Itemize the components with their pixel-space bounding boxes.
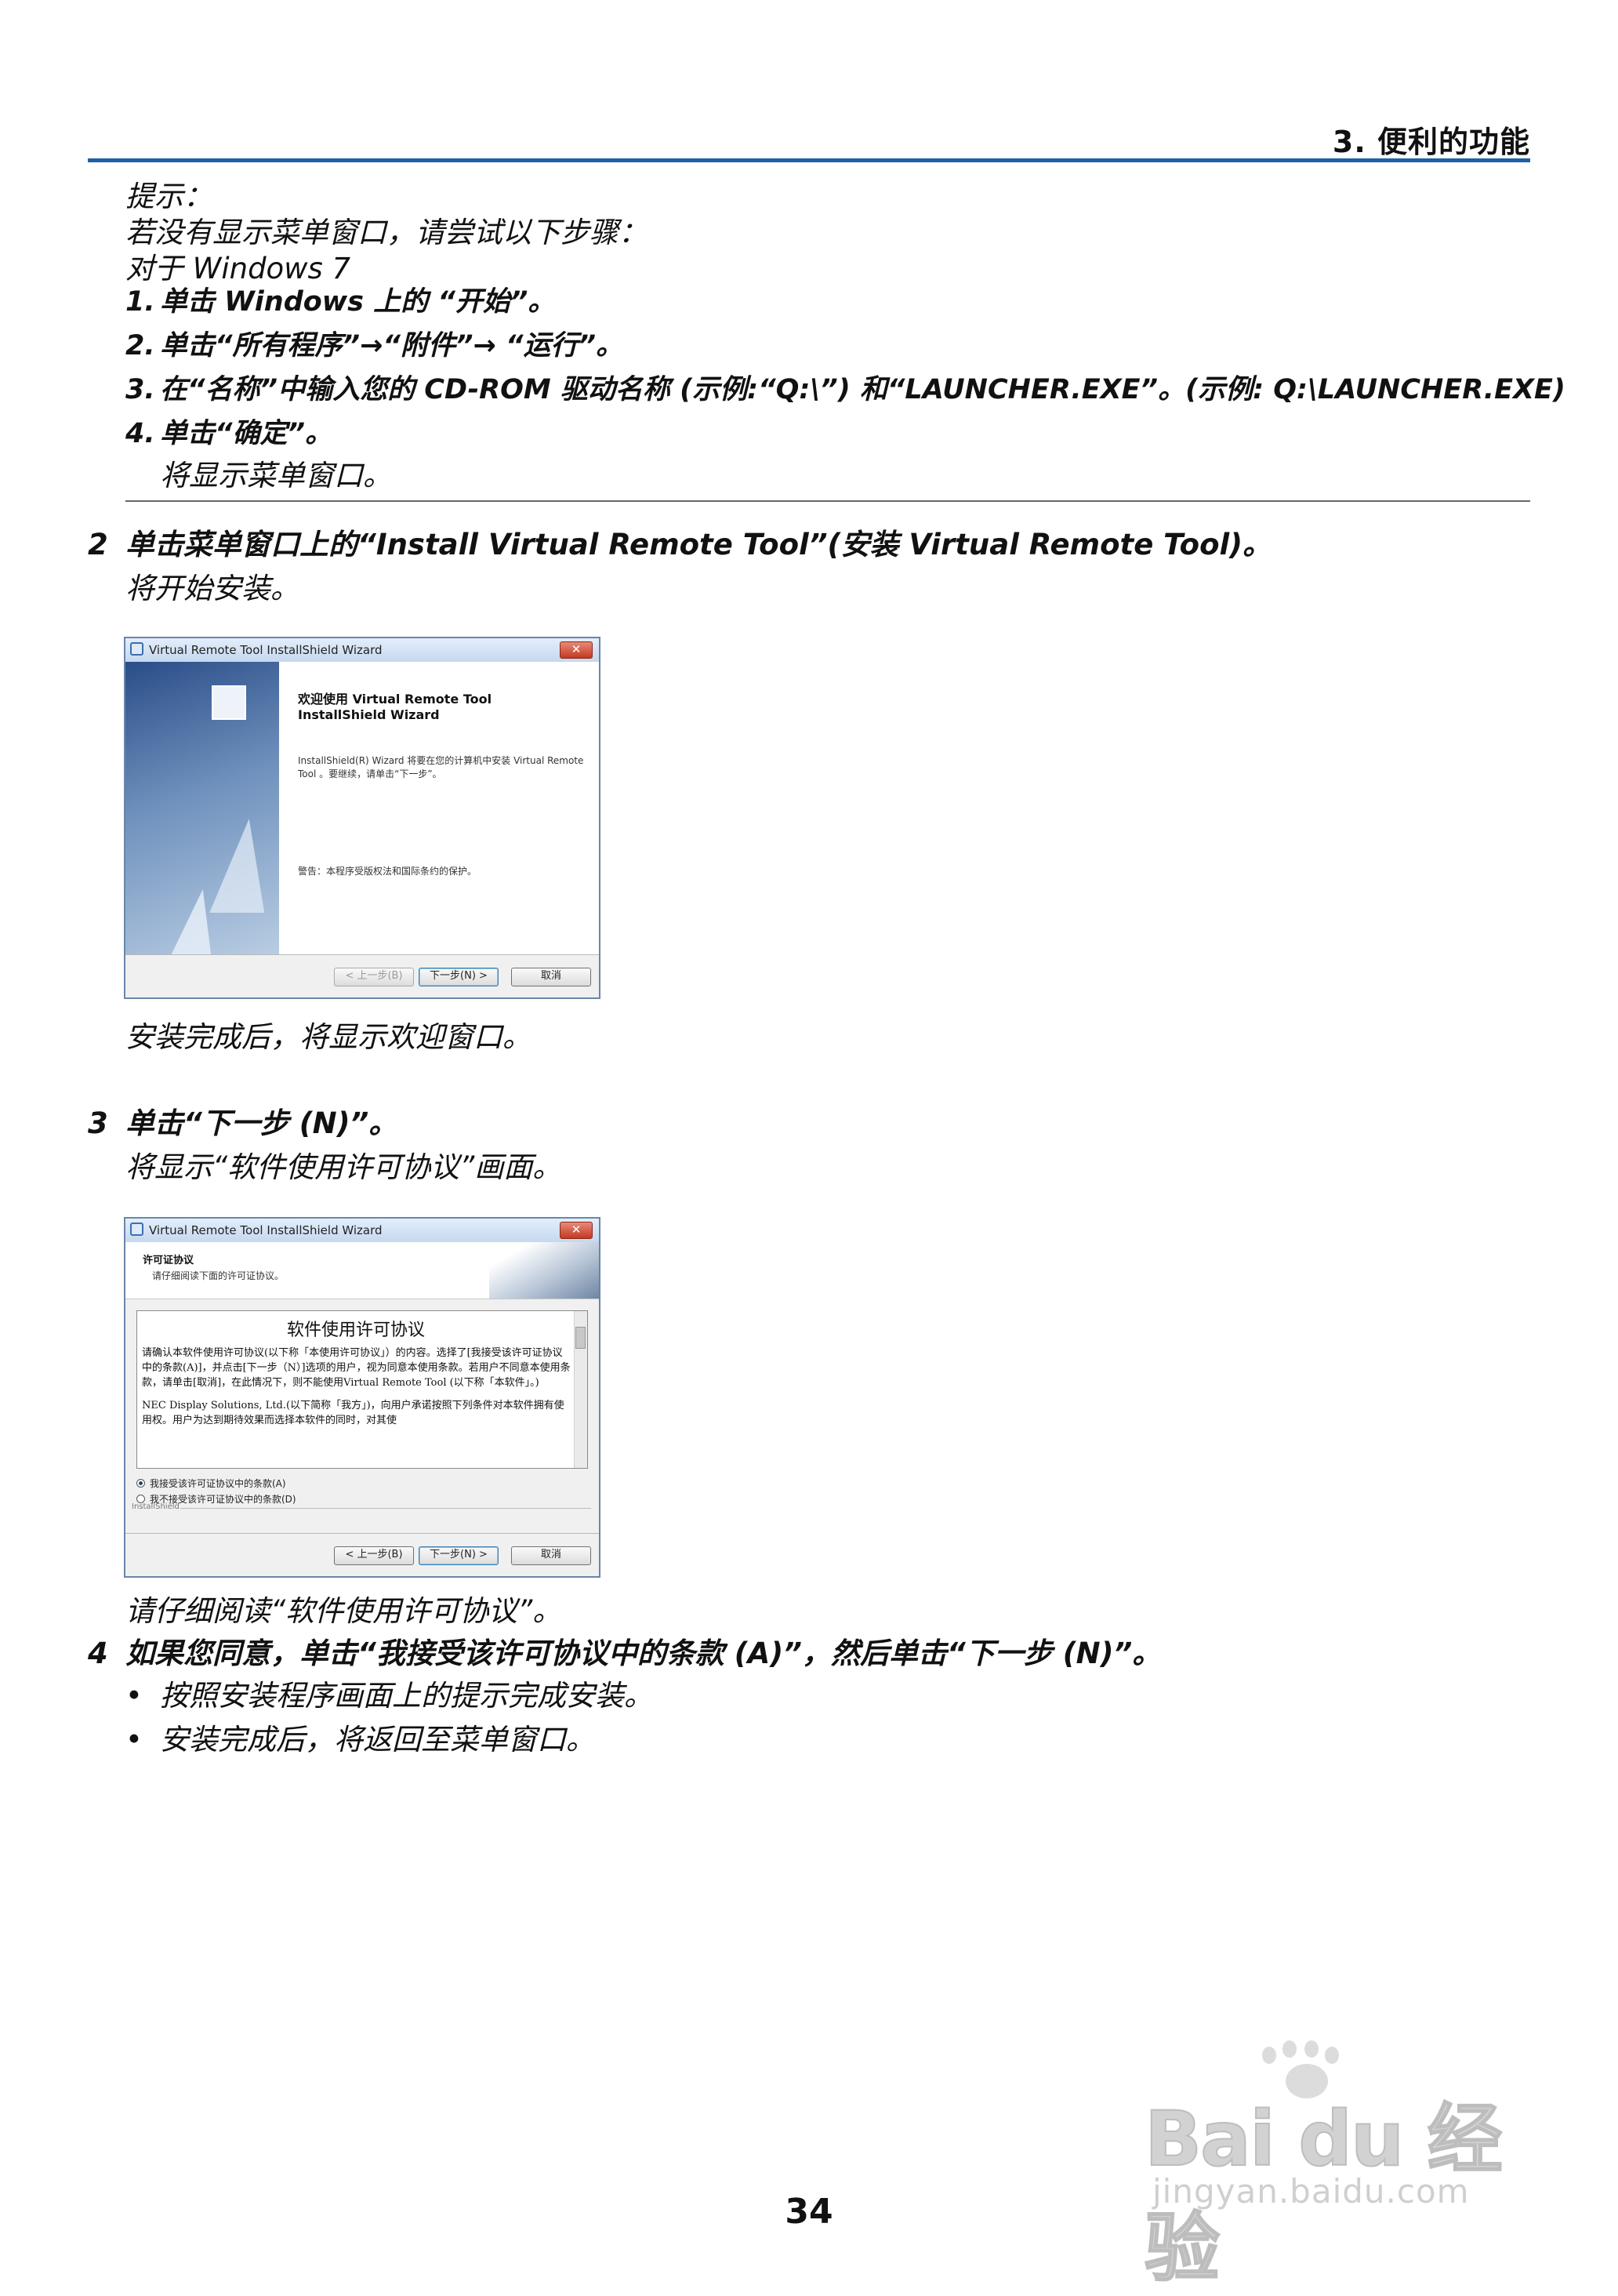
window-titlebar: Virtual Remote Tool InstallShield Wizard… bbox=[125, 638, 599, 663]
tip-line-2: 对于 Windows 7 bbox=[125, 252, 351, 285]
step-2-sub: 将开始安装。 bbox=[125, 572, 299, 605]
step-3-after: 请仔细阅读“软件使用许可协议”。 bbox=[125, 1594, 562, 1628]
scrollbar-thumb[interactable] bbox=[575, 1327, 586, 1349]
tip-step-text: 单击“确定”。 bbox=[160, 418, 333, 449]
bullet-text: 按照安装程序画面上的提示完成安装。 bbox=[160, 1679, 653, 1713]
bullet-icon: • bbox=[125, 1679, 143, 1713]
installer-app-icon bbox=[130, 642, 143, 656]
paw-icon bbox=[1282, 2040, 1297, 2058]
close-button[interactable]: ✕ bbox=[560, 1222, 593, 1239]
watermark-site: jingyan.baidu.com bbox=[1152, 2172, 1470, 2211]
back-button[interactable]: < 上一步(B) bbox=[334, 968, 414, 986]
accept-license-radio[interactable]: 我接受该许可证协议中的条款(A) bbox=[136, 1477, 286, 1490]
close-button[interactable]: ✕ bbox=[560, 641, 593, 659]
baidu-watermark: Bai du 经验 jingyan.baidu.com bbox=[1144, 2040, 1552, 2293]
license-header-title: 许可证协议 bbox=[143, 1255, 194, 1266]
tip-step-3: 3. 在“名称”中输入您的 CD-ROM 驱动名称 (示例:“Q:\”) 和“LA… bbox=[125, 372, 1565, 408]
license-panel: 软件使用许可协议 请确认本软件使用许可协议(以下称「本使用许可协议」）的内容。选… bbox=[125, 1299, 599, 1534]
installshield-license-window: Virtual Remote Tool InstallShield Wizard… bbox=[124, 1217, 600, 1578]
wizard-footer: < 上一步(B) 下一步(N) > 取消 bbox=[125, 1533, 599, 1576]
window-titlebar: Virtual Remote Tool InstallShield Wizard… bbox=[125, 1219, 599, 1243]
step-number: 3 bbox=[88, 1106, 108, 1140]
tip-divider bbox=[125, 500, 1530, 502]
wizard-side-banner bbox=[125, 662, 285, 997]
header-rule bbox=[88, 158, 1530, 162]
license-header-subtitle: 请仔细阅读下面的许可证协议。 bbox=[152, 1270, 285, 1281]
next-button[interactable]: 下一步(N) > bbox=[419, 968, 499, 986]
step-3-sub: 将显示“软件使用许可协议”画面。 bbox=[125, 1150, 562, 1184]
welcome-description: InstallShield(R) Wizard 将要在您的计算机中安装 Virt… bbox=[298, 755, 584, 779]
back-button[interactable]: < 上一步(B) bbox=[334, 1546, 414, 1565]
chapter-title: 3. 便利的功能 bbox=[1332, 125, 1530, 159]
paw-icon bbox=[1325, 2047, 1339, 2064]
installshield-welcome-window: Virtual Remote Tool InstallShield Wizard… bbox=[124, 637, 600, 999]
tip-step-text: 单击 Windows 上的 “开始”。 bbox=[160, 286, 556, 318]
copyright-warning: 警告：本程序受版权法和国际条约的保护。 bbox=[298, 866, 477, 877]
step-2: 2 单击菜单窗口上的“Install Virtual Remote Tool”(安… bbox=[88, 527, 1272, 563]
footer-divider bbox=[180, 1508, 591, 1509]
wizard-body: 欢迎使用 Virtual Remote Tool InstallShield W… bbox=[279, 662, 599, 955]
tip-step-text: 在“名称”中输入您的 CD-ROM 驱动名称 (示例:“Q:\”) 和“LAUN… bbox=[160, 374, 1565, 405]
radio-selected-icon bbox=[136, 1479, 145, 1488]
tip-step-1: 1. 单击 Windows 上的 “开始”。 bbox=[125, 284, 555, 320]
welcome-heading: 欢迎使用 Virtual Remote Tool InstallShield W… bbox=[298, 692, 492, 722]
step-3: 3 单击“下一步 (N)”。 bbox=[88, 1106, 397, 1142]
tip-line-1: 若没有显示菜单窗口，请尝试以下步骤： bbox=[125, 216, 648, 249]
step-2-after: 安装完成后，将显示欢迎窗口。 bbox=[125, 1020, 531, 1054]
window-title: Virtual Remote Tool InstallShield Wizard bbox=[149, 643, 383, 657]
next-button[interactable]: 下一步(N) > bbox=[419, 1546, 499, 1565]
tip-label: 提示： bbox=[125, 180, 212, 213]
bullet-item: • 安装完成后，将返回至菜单窗口。 bbox=[125, 1722, 595, 1758]
bullet-icon: • bbox=[125, 1723, 143, 1757]
window-title: Virtual Remote Tool InstallShield Wizard bbox=[149, 1223, 383, 1237]
step-4: 4 如果您同意，单击“我接受该许可协议中的条款 (A)”，然后单击“下一步 (N)… bbox=[88, 1636, 1161, 1672]
license-header: 许可证协议 请仔细阅读下面的许可证协议。 bbox=[125, 1242, 599, 1299]
step-text: 单击菜单窗口上的“Install Virtual Remote Tool”(安装… bbox=[125, 528, 1272, 561]
installer-app-icon bbox=[130, 1222, 143, 1236]
tip-step-number: 4. bbox=[125, 418, 155, 449]
installer-icon bbox=[212, 685, 246, 720]
cancel-button[interactable]: 取消 bbox=[511, 968, 591, 986]
step-number: 2 bbox=[88, 528, 108, 561]
tip-result: 将显示菜单窗口。 bbox=[160, 459, 392, 492]
license-scrollbar[interactable] bbox=[574, 1311, 587, 1468]
license-body: 请确认本软件使用许可协议(以下称「本使用许可协议」）的内容。选择了[我接受该许可… bbox=[142, 1346, 571, 1428]
tip-step-4: 4. 单击“确定”。 bbox=[125, 416, 332, 452]
tip-step-2: 2. 单击“所有程序”→“附件”→ “运行”。 bbox=[125, 328, 623, 364]
wizard-footer: < 上一步(B) 下一步(N) > 取消 bbox=[125, 954, 599, 997]
tip-step-number: 3. bbox=[125, 374, 155, 405]
cancel-button[interactable]: 取消 bbox=[511, 1546, 591, 1565]
tip-step-number: 2. bbox=[125, 330, 155, 361]
step-number: 4 bbox=[88, 1637, 108, 1670]
tip-step-text: 单击“所有程序”→“附件”→ “运行”。 bbox=[160, 330, 624, 361]
tip-step-number: 1. bbox=[125, 286, 155, 318]
bullet-item: • 按照安装程序画面上的提示完成安装。 bbox=[125, 1678, 653, 1714]
paw-icon bbox=[1262, 2047, 1276, 2064]
license-paragraph: NEC Display Solutions, Ltd.(以下简称「我方」)，向用… bbox=[142, 1400, 564, 1426]
bullet-text: 安装完成后，将返回至菜单窗口。 bbox=[160, 1723, 595, 1757]
step-text: 单击“下一步 (N)”。 bbox=[125, 1106, 398, 1140]
license-paragraph: 请确认本软件使用许可协议(以下称「本使用许可协议」）的内容。选择了[我接受该许可… bbox=[142, 1347, 571, 1389]
header-page-curl-graphic bbox=[489, 1242, 599, 1299]
license-document-title: 软件使用许可协议 bbox=[286, 1321, 425, 1340]
paw-icon bbox=[1304, 2040, 1319, 2058]
radio-label: 我接受该许可证协议中的条款(A) bbox=[150, 1478, 286, 1489]
license-text-box[interactable]: 软件使用许可协议 请确认本软件使用许可协议(以下称「本使用许可协议」）的内容。选… bbox=[136, 1310, 588, 1469]
step-text: 如果您同意，单击“我接受该许可协议中的条款 (A)”，然后单击“下一步 (N)”… bbox=[125, 1637, 1162, 1670]
installshield-brand-label: InstallShield bbox=[132, 1502, 180, 1511]
